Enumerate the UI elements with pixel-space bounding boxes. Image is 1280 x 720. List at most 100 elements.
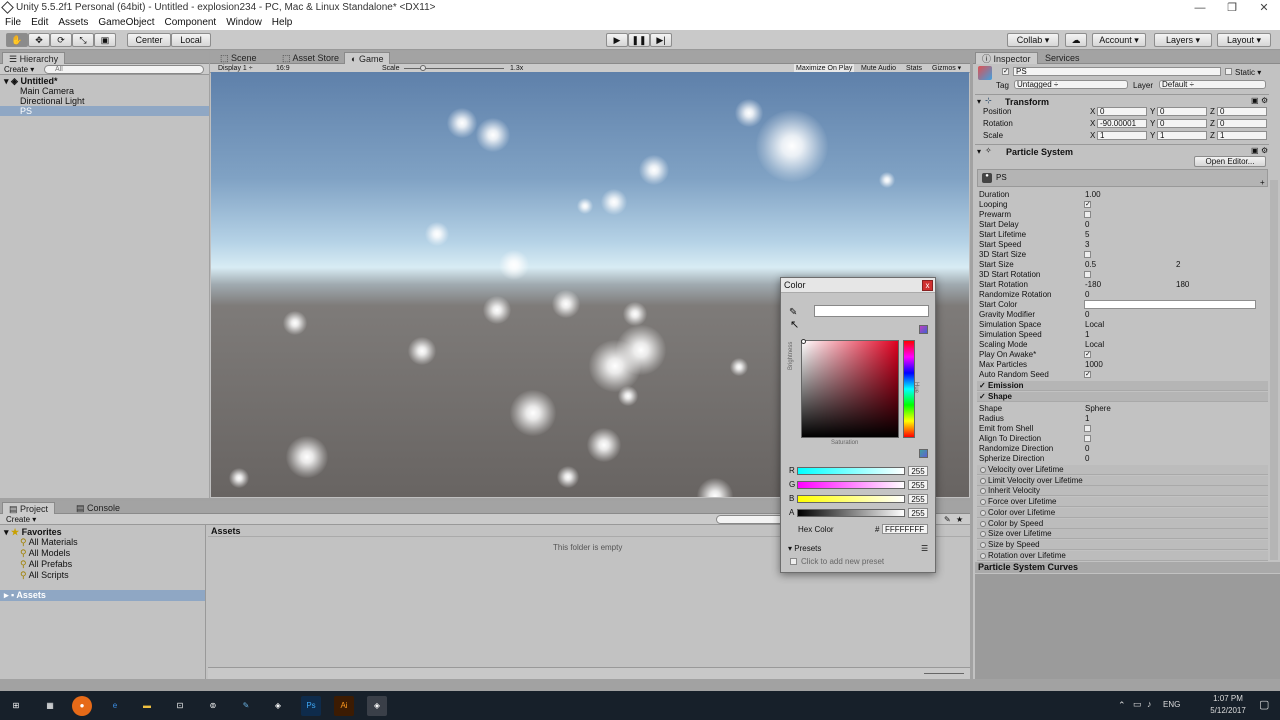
account-button[interactable]: Account ▾ <box>1092 33 1146 47</box>
prop-value2-start-rotation[interactable]: 180 <box>1176 280 1189 289</box>
start-color-swatch[interactable] <box>1084 300 1256 309</box>
channel-b-slider[interactable] <box>797 495 905 503</box>
windows-start-icon[interactable]: ⊞ <box>6 696 26 716</box>
menu-edit[interactable]: Edit <box>26 17 53 28</box>
rotate-tool-button[interactable]: ⟳ <box>50 33 72 47</box>
collab-button[interactable]: Collab ▾ <box>1007 33 1059 47</box>
shape-value-spherize-direction[interactable]: 0 <box>1085 454 1089 463</box>
module-force-over-lifetime[interactable]: Force over Lifetime <box>977 497 1268 508</box>
color-mode-icon[interactable] <box>919 325 928 334</box>
tab-hierarchy[interactable]: ☰ Hierarchy <box>2 52 66 64</box>
module-toggle[interactable] <box>980 499 986 506</box>
network-icon[interactable]: ▭ <box>1133 699 1142 710</box>
menu-assets[interactable]: Assets <box>53 17 93 28</box>
shape-checkbox-emit-from-shell[interactable] <box>1084 425 1091 432</box>
app-pen-icon[interactable]: ✎ <box>236 696 256 716</box>
module-inherit-velocity[interactable]: Inherit Velocity <box>977 486 1268 497</box>
module-color-by-speed[interactable]: Color by Speed <box>977 518 1268 529</box>
shape-value-shape[interactable]: Sphere <box>1085 404 1111 413</box>
module-toggle[interactable] <box>980 541 986 548</box>
icon-size-slider[interactable] <box>924 673 964 674</box>
slider-mode-icon[interactable] <box>919 449 928 458</box>
inspector-scrollbar[interactable] <box>1270 180 1278 560</box>
add-icon[interactable]: + <box>1260 178 1265 187</box>
gear-icon[interactable]: ⚙ <box>1261 146 1268 155</box>
module-toggle[interactable] <box>980 552 986 559</box>
favorite-all-materials[interactable]: ⚲ All Materials <box>0 537 205 548</box>
edge-icon[interactable]: e <box>105 696 125 716</box>
help-icon[interactable]: ▣ <box>1251 146 1259 155</box>
help-icon[interactable]: ▣ <box>1251 96 1259 105</box>
menu-component[interactable]: Component <box>160 17 222 28</box>
eyedropper-icon[interactable]: ✎ <box>789 307 797 318</box>
star-icon[interactable]: ★ <box>956 514 963 525</box>
prop-checkbox-3d-start-rotation[interactable] <box>1084 271 1091 278</box>
menu-help[interactable]: Help <box>267 17 298 28</box>
prop-checkbox-play-on-awake[interactable]: ✓ <box>1084 351 1091 358</box>
gear-icon[interactable]: ⚙ <box>1261 96 1268 105</box>
layer-select[interactable]: Default ÷ <box>1159 80 1266 89</box>
favorite-all-models[interactable]: ⚲ All Models <box>0 548 205 559</box>
scale-slider[interactable] <box>404 68 504 69</box>
add-preset-label[interactable]: Click to add new preset <box>801 557 884 566</box>
unity-hub-icon[interactable]: ◈ <box>268 696 288 716</box>
channel-g-slider[interactable] <box>797 481 905 489</box>
hierarchy-item-main-camera[interactable]: Main Camera <box>0 86 209 96</box>
tab-game[interactable]: ◐ Game <box>344 52 391 64</box>
file-explorer-icon[interactable]: ▬ <box>137 696 157 716</box>
tab-scene[interactable]: ⬚ Scene <box>214 52 263 64</box>
tag-icon[interactable]: ✎ <box>944 514 951 525</box>
scale-z[interactable]: 1 <box>1217 131 1267 140</box>
prop-value-start-rotation[interactable]: -180 <box>1085 280 1101 289</box>
rect-tool-button[interactable]: ▣ <box>94 33 116 47</box>
prop-value2-start-size[interactable]: 2 <box>1176 260 1180 269</box>
hierarchy-search-input[interactable] <box>44 65 204 74</box>
module-toggle[interactable] <box>980 531 986 538</box>
store-icon[interactable]: ⊡ <box>170 696 190 716</box>
language-indicator[interactable]: ENG <box>1163 700 1180 709</box>
pivot-center-button[interactable]: Center <box>127 33 171 47</box>
module-size-by-speed[interactable]: Size by Speed <box>977 539 1268 550</box>
prop-value-start-delay[interactable]: 0 <box>1085 220 1089 229</box>
tab-asset-store[interactable]: ⬚ Asset Store <box>276 52 345 64</box>
tray-up-icon[interactable]: ⌃ <box>1118 700 1126 711</box>
particle-system-header[interactable]: ▾ ✧ Particle System ▣ ⚙ <box>975 144 1269 157</box>
position-z[interactable]: 0 <box>1217 107 1267 116</box>
shape-checkbox-align-to-direction[interactable] <box>1084 435 1091 442</box>
menu-gameobject[interactable]: GameObject <box>93 17 159 28</box>
saturation-brightness-square[interactable] <box>801 340 899 438</box>
static-checkbox[interactable] <box>1225 68 1232 75</box>
channel-g-value[interactable]: 255 <box>908 480 928 490</box>
favorite-all-scripts[interactable]: ⚲ All Scripts <box>0 570 205 581</box>
prop-value-simulation-space[interactable]: Local <box>1085 320 1104 329</box>
channel-a-value[interactable]: 255 <box>908 508 928 518</box>
module-toggle[interactable] <box>980 488 986 495</box>
tab-inspector[interactable]: ⓘ Inspector <box>975 52 1038 64</box>
module-toggle[interactable] <box>980 477 986 484</box>
add-preset-icon[interactable] <box>790 558 797 565</box>
tab-services[interactable]: Services <box>1039 52 1086 64</box>
favorites-node[interactable]: ▾ ★ Favorites <box>0 527 205 537</box>
scale-tool-button[interactable]: ⤡ <box>72 33 94 47</box>
module-rotation-over-lifetime[interactable]: Rotation over Lifetime <box>977 550 1268 561</box>
menu-window[interactable]: Window <box>221 17 267 28</box>
clock-date[interactable]: 5/12/2017 <box>1204 706 1252 715</box>
prop-value-start-lifetime[interactable]: 5 <box>1085 230 1089 239</box>
presets-foldout[interactable]: ▾ Presets <box>788 544 821 553</box>
module-color-over-lifetime[interactable]: Color over Lifetime <box>977 507 1268 518</box>
clock-time[interactable]: 1:07 PM <box>1208 694 1248 703</box>
active-checkbox[interactable]: ✓ <box>1002 68 1009 75</box>
scale-y[interactable]: 1 <box>1157 131 1207 140</box>
hex-color-input[interactable]: FFFFFFFF <box>882 524 928 534</box>
layers-button[interactable]: Layers ▾ <box>1154 33 1212 47</box>
module-velocity-over-lifetime[interactable]: Velocity over Lifetime <box>977 465 1268 475</box>
module-toggle[interactable] <box>980 467 986 473</box>
transform-header[interactable]: ▾ ⊹ Transform ▣ ⚙ <box>975 94 1269 107</box>
module-toggle[interactable] <box>980 520 986 527</box>
project-create-button[interactable]: Create ▾ <box>6 514 36 525</box>
prop-value-duration[interactable]: 1.00 <box>1085 190 1101 199</box>
color-picker-close-button[interactable]: x <box>922 280 933 291</box>
rotation-x[interactable]: -90.00001 <box>1097 119 1147 128</box>
scene-root[interactable]: ▾ ◈ Untitled* <box>0 76 209 86</box>
open-editor-button[interactable]: Open Editor... <box>1194 156 1266 167</box>
